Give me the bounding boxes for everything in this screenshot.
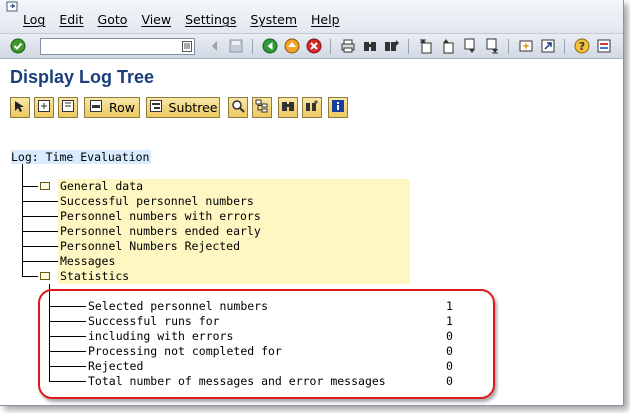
print-icon[interactable]	[340, 38, 356, 54]
menu-system[interactable]: System	[250, 12, 297, 27]
row-button-label: Row	[109, 100, 135, 115]
back-icon[interactable]	[262, 38, 278, 54]
choose-button[interactable]	[10, 97, 30, 118]
magnifier-icon	[231, 99, 245, 116]
tree-root[interactable]: Log: Time Evaluation	[11, 150, 152, 164]
page-title: Display Log Tree	[10, 67, 155, 87]
last-page-icon[interactable]	[484, 38, 500, 54]
previous-arrow-icon[interactable]	[207, 38, 223, 54]
save-icon[interactable]	[228, 38, 244, 54]
menu-goto[interactable]: Goto	[98, 12, 128, 27]
binoculars-plus-icon	[305, 99, 319, 116]
menu-view[interactable]: View	[141, 12, 171, 27]
info-icon	[331, 99, 345, 116]
help-icon[interactable]: ?	[574, 38, 590, 54]
find-tree-button[interactable]	[228, 97, 248, 118]
cancel-icon[interactable]	[306, 38, 322, 54]
row-icon	[89, 99, 103, 116]
tree-node-general-data[interactable]: General data	[58, 179, 410, 194]
open-folder-icon[interactable]	[40, 272, 50, 280]
subtree-button-label: Subtree	[168, 100, 218, 115]
collapse-button[interactable]	[58, 97, 78, 118]
collapse-icon	[61, 99, 75, 116]
previous-page-icon[interactable]	[440, 38, 456, 54]
tree-node-messages[interactable]: Messages	[58, 254, 410, 269]
svg-text:?: ?	[579, 40, 585, 53]
row-button[interactable]: Row	[84, 97, 140, 118]
find-next-tree-button[interactable]	[302, 97, 322, 118]
new-session-icon[interactable]	[518, 38, 534, 54]
sap-window: Log Edit Goto View Settings System Help	[0, 0, 624, 406]
checkmark-icon[interactable]	[10, 38, 26, 54]
application-toolbar: Row Subtree	[0, 95, 623, 123]
menu-help[interactable]: Help	[311, 12, 340, 27]
expand-node-icon[interactable]	[40, 182, 50, 190]
tree-node-ended-early[interactable]: Personnel numbers ended early	[58, 224, 410, 239]
tree-node-successful-personnel[interactable]: Successful personnel numbers	[58, 194, 410, 209]
command-field[interactable]	[40, 38, 195, 55]
hierarchy-button[interactable]	[252, 97, 272, 118]
binoculars-icon	[281, 99, 295, 116]
next-page-icon[interactable]	[462, 38, 478, 54]
find-next-icon[interactable]	[384, 38, 400, 54]
system-menu-icon[interactable]	[6, 1, 20, 13]
layout-icon[interactable]	[596, 38, 612, 54]
dropdown-icon[interactable]	[182, 41, 192, 52]
menu-log[interactable]: Log	[23, 12, 45, 27]
choose-icon	[13, 99, 27, 116]
tree-node-statistics[interactable]: Statistics	[58, 269, 410, 284]
standard-toolbar: ?	[0, 33, 623, 59]
menu-edit[interactable]: Edit	[59, 12, 83, 27]
hierarchy-icon	[255, 99, 269, 116]
statistics-highlight	[38, 289, 495, 399]
subtree-icon	[149, 99, 163, 116]
tree-node-errors[interactable]: Personnel numbers with errors	[58, 209, 410, 224]
tree-node-rejected[interactable]: Personnel Numbers Rejected	[58, 239, 410, 254]
exit-icon[interactable]	[284, 38, 300, 54]
menu-settings[interactable]: Settings	[185, 12, 236, 27]
expand-icon	[37, 99, 51, 116]
shortcut-icon[interactable]	[540, 38, 556, 54]
log-tree: Log: Time Evaluation General data Succes…	[0, 123, 623, 405]
expand-button[interactable]	[34, 97, 54, 118]
information-button[interactable]	[328, 97, 348, 118]
subtree-button[interactable]: Subtree	[146, 97, 220, 118]
find-icon[interactable]	[362, 38, 378, 54]
first-page-icon[interactable]	[418, 38, 434, 54]
binoculars-button[interactable]	[278, 97, 298, 118]
menu-bar: Log Edit Goto View Settings System Help	[0, 0, 623, 33]
